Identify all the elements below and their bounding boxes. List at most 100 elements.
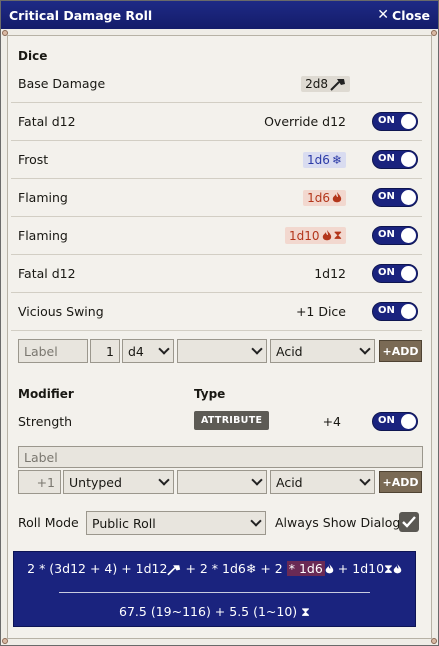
modifier-category-select[interactable]	[177, 470, 267, 494]
chevron-down-icon	[250, 515, 262, 527]
toggle-state: ON	[378, 267, 395, 278]
base-damage-value: 2d8	[305, 76, 328, 91]
toggle-knob	[401, 266, 416, 281]
snowflake-icon: ❄	[331, 152, 342, 167]
dice-row-value: 1d10	[289, 228, 320, 243]
modifier-heading: Modifier	[18, 387, 74, 401]
type-heading: Type	[194, 387, 226, 401]
dice-row-label: Fatal d12	[18, 114, 76, 129]
dice-row-fatal-override: Fatal d12 Override d12 ON	[11, 103, 422, 141]
dice-row-value: 1d6	[307, 152, 330, 167]
formula-result-value: 67.5 (19~116) + 5.5 (1~10)	[119, 604, 298, 619]
close-icon: ✕	[377, 7, 390, 23]
chevron-down-icon	[158, 343, 170, 355]
hourglass-icon: ⧗	[384, 561, 393, 576]
roll-mode-select[interactable]: Public Roll	[86, 511, 266, 535]
toggle-knob	[401, 228, 416, 243]
axe-icon	[330, 77, 346, 91]
toggle-knob	[401, 413, 416, 429]
dice-row-label: Vicious Swing	[18, 304, 104, 319]
dice-row-label: Flaming	[18, 190, 68, 205]
dice-count-input[interactable]: 1	[90, 339, 120, 363]
axe-icon	[167, 561, 181, 576]
modifier-type-badge: ATTRIBUTE	[194, 411, 270, 430]
title-bar[interactable]: Critical Damage Roll ✕ Close	[1, 1, 438, 29]
modifier-row-strength: Strength ATTRIBUTE +4 ON	[11, 402, 422, 440]
dice-row-flaming-persistent: Flaming 1d10 ⧗ ON	[11, 217, 422, 255]
dice-row-value: 1d6	[307, 190, 330, 205]
fire-icon	[332, 191, 342, 205]
formula-divider	[59, 592, 370, 593]
fire-icon	[325, 561, 334, 576]
formula-part: + 2	[260, 561, 283, 576]
modifier-label-input[interactable]: Label	[18, 446, 423, 468]
flaming-persistent-value-wrap: 1d10 ⧗	[285, 227, 346, 244]
dice-damage-type-select[interactable]: Acid	[270, 339, 375, 363]
base-damage-pill: 2d8	[301, 75, 350, 92]
dice-label-input[interactable]: Label	[18, 339, 88, 363]
dice-row-fatal-d12: Fatal d12 1d12 ON	[11, 255, 422, 293]
fatal-override-toggle[interactable]: ON	[372, 112, 418, 131]
toggle-state: ON	[378, 229, 395, 240]
toggle-knob	[401, 190, 416, 205]
die-size-value: d4	[128, 343, 144, 359]
add-modifier-button[interactable]: +ADD	[379, 471, 422, 493]
flaming-persistent-pill: 1d10 ⧗	[285, 227, 346, 244]
dice-row-frost: Frost 1d6 ❄ ON	[11, 141, 422, 179]
fire-icon	[393, 561, 402, 576]
dialog-title: Critical Damage Roll	[9, 7, 153, 23]
modifier-value-input[interactable]: +1	[18, 470, 61, 494]
flaming-toggle[interactable]: ON	[372, 188, 418, 207]
toggle-knob	[401, 152, 416, 167]
add-dice-button[interactable]: +ADD	[379, 340, 422, 362]
die-size-select[interactable]: d4	[122, 339, 174, 363]
dice-damage-type-value: Acid	[276, 343, 303, 359]
flaming-value-wrap: 1d6	[303, 189, 346, 206]
always-show-dialog-checkbox[interactable]	[399, 512, 419, 532]
frost-pill: 1d6 ❄	[303, 151, 346, 168]
dice-row-label: Frost	[18, 152, 49, 167]
roll-mode-label: Roll Mode	[18, 515, 79, 530]
check-icon	[402, 516, 416, 528]
frost-value-wrap: 1d6 ❄	[303, 151, 346, 168]
dice-category-select[interactable]	[177, 339, 267, 363]
toggle-state: ON	[378, 305, 395, 316]
dice-row-value: +1 Dice	[295, 304, 346, 319]
dice-row-label: Fatal d12	[18, 266, 76, 281]
chevron-down-icon	[359, 474, 371, 486]
modifier-type-select[interactable]: Untyped	[63, 470, 174, 494]
vicious-swing-toggle[interactable]: ON	[372, 302, 418, 321]
toggle-state: ON	[378, 414, 395, 426]
toggle-knob	[401, 304, 416, 319]
modifier-damage-type-select[interactable]: Acid	[270, 470, 375, 494]
dice-row-value: 1d12	[314, 266, 346, 281]
modifier-type-value: Untyped	[69, 474, 122, 490]
toggle-state: ON	[378, 153, 395, 164]
modifier-label: Strength	[18, 413, 73, 429]
dice-row-flaming: Flaming 1d6 ON	[11, 179, 422, 217]
formula-part: * 1d6	[286, 561, 325, 576]
formula-part: + 2 * 1d6	[185, 561, 246, 576]
hourglass-icon: ⧗	[333, 228, 342, 242]
hourglass-icon: ⧗	[301, 604, 310, 619]
base-damage-value-wrap: 2d8	[301, 75, 350, 92]
chevron-down-icon	[251, 343, 263, 355]
critical-damage-dialog: Critical Damage Roll ✕ Close Dice Base D…	[0, 0, 439, 646]
base-damage-label: Base Damage	[18, 76, 106, 91]
frost-toggle[interactable]: ON	[372, 150, 418, 169]
modifier-damage-type-value: Acid	[276, 474, 303, 490]
formula-part: 2 * (3d12 + 4) + 1d12	[27, 561, 168, 576]
modifier-value: +4	[322, 413, 341, 429]
dice-row-label: Flaming	[18, 228, 68, 243]
fatal-d12-toggle[interactable]: ON	[372, 264, 418, 283]
formula-result: 67.5 (19~116) + 5.5 (1~10) ⧗	[14, 604, 415, 620]
flaming-persistent-toggle[interactable]: ON	[372, 226, 418, 245]
snowflake-icon: ❄	[245, 561, 257, 576]
dice-row-value: Override d12	[264, 114, 346, 129]
formula-part: + 1d10	[337, 561, 385, 576]
strength-toggle[interactable]: ON	[372, 411, 418, 431]
dice-heading: Dice	[18, 49, 48, 63]
close-label: Close	[392, 7, 430, 23]
close-button[interactable]: ✕ Close	[377, 8, 430, 23]
formula-box: 2 * (3d12 + 4) + 1d12 + 2 * 1d6❄ + 2 * 1…	[13, 551, 416, 627]
